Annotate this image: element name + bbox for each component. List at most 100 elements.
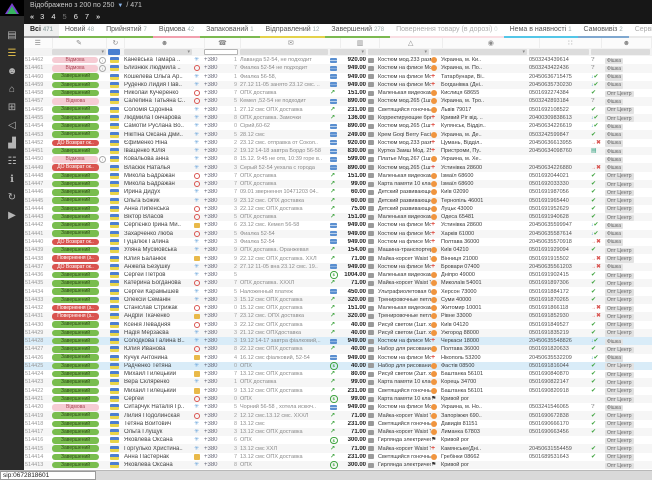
tracking-number[interactable]: 0503242599847 — [529, 132, 591, 138]
tracking-number[interactable]: 0501690672838 — [529, 413, 591, 419]
table-row[interactable]: 514459ЗавершенийРуденко Лидия Пав..✳+380… — [24, 81, 652, 89]
phone-number[interactable]: +380 — [204, 437, 230, 443]
phone-number[interactable]: +380 — [204, 165, 230, 171]
table-row[interactable]: 514457ВідмоваСалепина Татьяна С..+3805Ке… — [24, 97, 652, 105]
tracking-number[interactable]: 0501691816044 — [529, 363, 591, 369]
table-row[interactable]: 514433ЗавершенийОлексій Семанін✳+380315.… — [24, 296, 652, 304]
tracking-number[interactable]: 20450635730230 — [529, 82, 591, 88]
table-row[interactable]: 514425ЗавершенийРадченко Тетяна✳+3800ОПХ… — [24, 362, 652, 370]
app-logo[interactable] — [0, 0, 24, 16]
tracking-number[interactable]: 0503243439614 — [529, 57, 591, 63]
tracking-number[interactable]: 0501691852930 — [529, 313, 591, 319]
table-row[interactable]: 514451ЗавершенийІващенко Юлія✳+380219.12… — [24, 147, 652, 155]
phone-number[interactable]: +380 — [204, 446, 230, 452]
filter-status[interactable]: ▾ — [52, 49, 106, 55]
tab-нема-в-наявності[interactable]: Нема в наявності1 — [504, 24, 578, 38]
phone-number[interactable]: +380 — [204, 107, 230, 113]
refresh-icon[interactable]: ↻ — [107, 38, 126, 48]
phone-number[interactable]: +380 — [204, 363, 230, 369]
phone-number[interactable]: +380 — [204, 222, 230, 228]
table-row[interactable]: 514445ЗавершенийОльга Божик✳+380923.12 с… — [24, 197, 652, 205]
table-row[interactable]: 514424ЗавершенийМихаил Гилецький+380713.… — [24, 370, 652, 378]
warehouse-icon[interactable]: ⌂ — [0, 80, 24, 98]
clients-icon[interactable]: ☻ — [0, 62, 24, 80]
table-row[interactable]: 514438Повернення (з..Юлия Баланюк+380922… — [24, 254, 652, 262]
tracking-number[interactable]: 0501691987056 — [529, 189, 591, 195]
table-row[interactable]: 514453ЗавершенийНікітіна Оксана Дми..✳+3… — [24, 130, 652, 138]
tracking-number[interactable]: 0501691929094 — [529, 247, 591, 253]
page-size-dropdown-icon[interactable]: ▼ — [117, 3, 123, 9]
tracking-number[interactable]: 0501692044021 — [529, 173, 591, 179]
tracking-number[interactable]: 0501690663456 — [529, 429, 591, 435]
tracking-number[interactable]: 0501690822147 — [529, 379, 591, 385]
tracking-number[interactable]: 20450636613955 — [529, 140, 591, 146]
phone-number[interactable]: +380 — [204, 65, 230, 71]
phone-number[interactable]: +380 — [204, 280, 230, 286]
phone-number[interactable]: +380 — [204, 189, 230, 195]
tracking-number[interactable]: 20450635532209 — [529, 355, 591, 361]
tracking-number[interactable]: 20450634098760 — [529, 148, 591, 154]
tracking-number[interactable]: 0501690840870 — [529, 371, 591, 377]
filter-location[interactable]: ▾ — [431, 49, 527, 55]
phone-number[interactable]: +380 — [204, 231, 230, 237]
table-row[interactable]: 514431Повернення (з..Андрій Ткаченко+380… — [24, 312, 652, 320]
page-number[interactable]: 5 — [63, 12, 67, 22]
phone-number[interactable]: +380 — [204, 74, 230, 80]
tracking-number[interactable]: 0501691902415 — [529, 272, 591, 278]
settings-icon[interactable]: ☷ — [0, 152, 24, 170]
info-icon[interactable]: ℹ — [0, 170, 24, 188]
sync-icon[interactable]: ↻ — [0, 188, 24, 206]
phone-number[interactable]: +380 — [204, 206, 230, 212]
tracking-number[interactable]: 0503242893184 — [529, 98, 591, 104]
phone-number[interactable]: +380 — [204, 132, 230, 138]
table-row[interactable]: 514460ЗавершенийКошелева Ольга Ар..✳+380… — [24, 73, 652, 81]
comment-icon[interactable]: ✉ — [241, 38, 341, 48]
tracking-number[interactable]: 20400309838613 — [529, 115, 591, 121]
tracking-number[interactable]: 0501691915502 — [529, 256, 591, 262]
phone-number[interactable]: +380 — [204, 421, 230, 427]
purchases-icon[interactable]: ⊞ — [0, 98, 24, 116]
tab-сервіси[interactable]: Сервіси0 — [629, 24, 652, 38]
tracking-number[interactable]: 20450634226880 — [529, 165, 591, 171]
tracking-number[interactable]: 20450635599947 — [529, 222, 591, 228]
filter-name[interactable]: ▾ — [124, 49, 192, 55]
tracking-number[interactable]: 0503243422436 — [529, 65, 591, 71]
phone-number[interactable]: +380 — [204, 115, 230, 121]
tab-відправлений[interactable]: Відправлений12 — [260, 24, 326, 38]
phone-number[interactable]: +380 — [204, 371, 230, 377]
table-row[interactable]: 514417ЗавершенийОльга Глущук✳+380313.12 … — [24, 428, 652, 436]
table-row[interactable]: 514420ВідмоваСитарчук Наталія Гр..✳+3805… — [24, 403, 652, 411]
tab-завершений[interactable]: Завершений278 — [325, 24, 390, 38]
tracking-number[interactable]: 20450635548826 — [529, 338, 591, 344]
tracking-number[interactable]: 20450635587614 — [529, 231, 591, 237]
phone-number[interactable]: +380 — [204, 462, 230, 468]
phone-number[interactable]: +380 — [204, 57, 230, 63]
phone-number[interactable]: +380 — [204, 379, 230, 385]
phone-number[interactable]: +380 — [204, 140, 230, 146]
tab-відмова[interactable]: Відмова42 — [153, 24, 200, 38]
person-icon[interactable]: ☻ — [602, 38, 652, 48]
table-row[interactable]: 514450ВідмоваiКовальова анна✳+380815.12.… — [24, 155, 652, 163]
barcode-icon[interactable]: ∷ — [540, 38, 602, 48]
tracking-number[interactable]: 0501689531643 — [529, 454, 591, 460]
phone-number[interactable]: +380 — [204, 404, 230, 410]
phone-number[interactable]: +380 — [204, 429, 230, 435]
tab-повернення-товару-в-дорозі-[interactable]: Повернення товару (в дорозі)0 — [390, 24, 504, 38]
tab-запакований[interactable]: Запакований1 — [200, 24, 259, 38]
marketing-icon[interactable]: ◁ — [0, 116, 24, 134]
phone-number[interactable]: +380 — [204, 297, 230, 303]
tracking-number[interactable]: 0501691820633 — [529, 346, 591, 352]
rows-icon[interactable]: ☰ — [24, 38, 53, 48]
table-row[interactable]: 514454ЗавершенийСамотій Руслана Во..✳+38… — [24, 122, 652, 130]
page-number[interactable]: 7 — [85, 12, 89, 22]
tracking-number[interactable]: 0501692274384 — [529, 90, 591, 96]
tracking-number[interactable]: 20450634226619 — [529, 123, 591, 129]
phone-number[interactable]: +380 — [204, 98, 230, 104]
tracking-number[interactable]: 0501690666170 — [529, 421, 591, 427]
table-row[interactable]: 514421ЗавершенийСергей+3800ОПХ$99.00Карт… — [24, 395, 652, 403]
video-icon[interactable]: ▶ — [0, 206, 24, 224]
phone-number[interactable]: +380 — [204, 181, 230, 187]
tracking-number[interactable]: 0501691897306 — [529, 280, 591, 286]
phone-number[interactable]: +380 — [204, 156, 230, 162]
table-row[interactable]: 514414ЗавершенийАнна Пастернак+380713.12… — [24, 453, 652, 461]
